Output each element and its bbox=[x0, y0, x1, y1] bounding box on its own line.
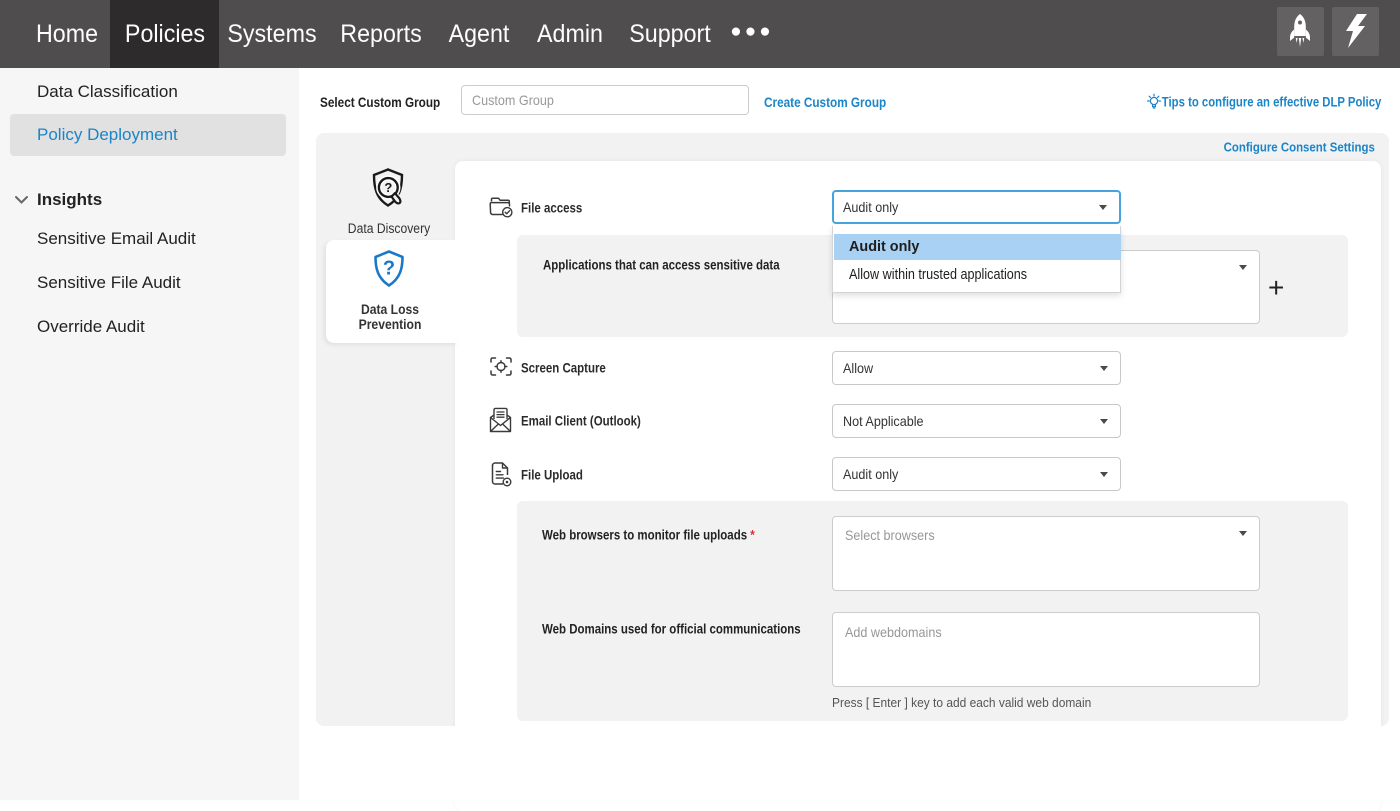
svg-text:?: ? bbox=[383, 258, 395, 280]
svg-text:?: ? bbox=[384, 180, 392, 195]
